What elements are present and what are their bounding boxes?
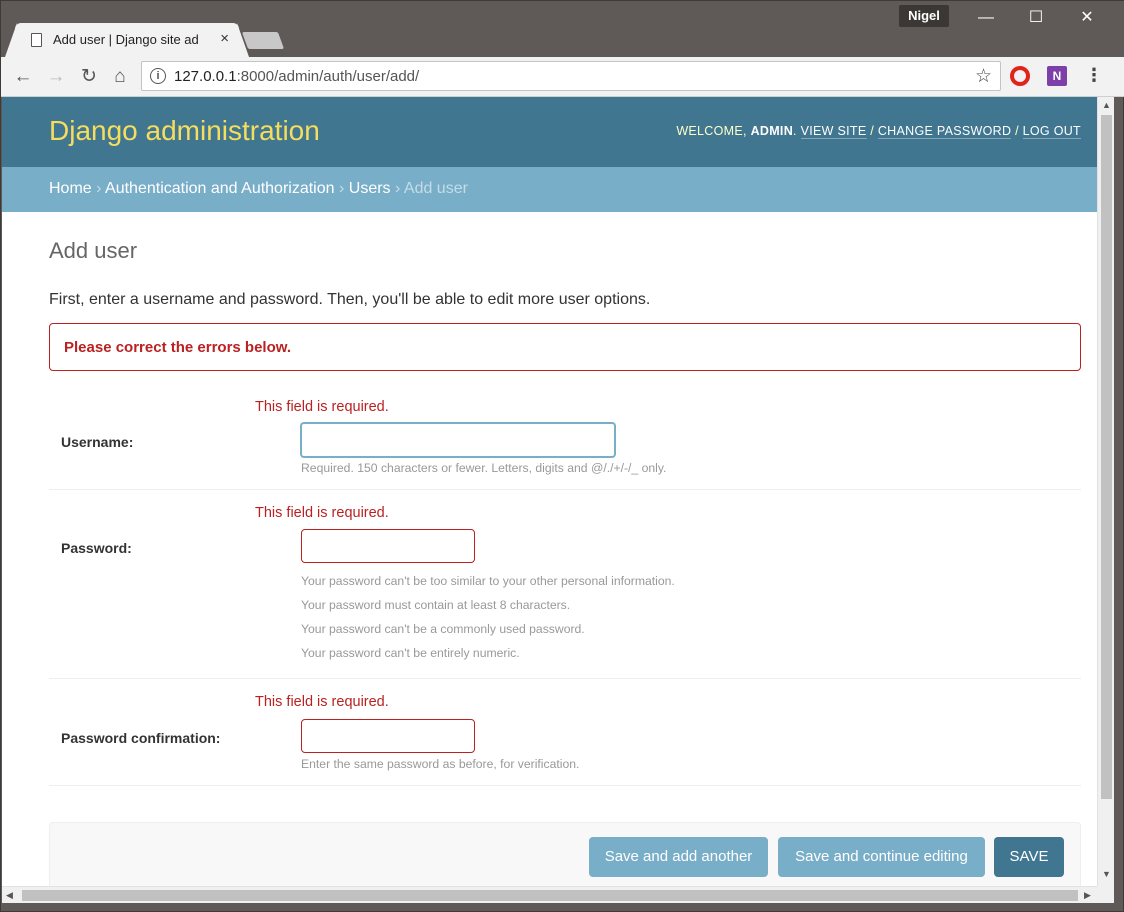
scroll-up-icon[interactable]: ▲ <box>1102 100 1111 110</box>
scroll-right-icon[interactable]: ▶ <box>1084 890 1091 901</box>
breadcrumb: Home › Authentication and Authorization … <box>2 167 1097 212</box>
site-info-icon[interactable]: i <box>150 68 166 84</box>
browser-window: Add user | Django site ad × Nigel — ☐ ✕ … <box>0 0 1124 912</box>
username-help: Required. 150 characters or fewer. Lette… <box>301 461 667 475</box>
password-confirmation-error: This field is required. <box>255 694 389 710</box>
breadcrumb-app[interactable]: Authentication and Authorization <box>105 180 335 197</box>
username-text: ADMIN <box>750 124 794 138</box>
breadcrumb-home[interactable]: Home <box>49 180 92 197</box>
password-confirmation-help: Enter the same password as before, for v… <box>301 757 580 771</box>
address-bar[interactable]: i 127.0.0.1:8000/admin/auth/user/add/ ☆ <box>141 61 1001 91</box>
username-label: Username: <box>61 434 134 450</box>
tab-close-icon[interactable]: × <box>220 30 229 47</box>
opera-extension-icon[interactable] <box>1010 66 1030 86</box>
minimize-icon[interactable]: — <box>966 7 1006 29</box>
change-password-link[interactable]: CHANGE PASSWORD <box>877 124 1012 139</box>
user-tools-separator: / <box>870 124 875 138</box>
save-button[interactable]: SAVE <box>994 837 1064 877</box>
onenote-extension-icon[interactable]: N <box>1047 66 1067 86</box>
save-and-add-another-button[interactable]: Save and add another <box>589 837 768 877</box>
bookmark-star-icon[interactable]: ☆ <box>975 65 992 88</box>
password-help-item: Your password can't be entirely numeric. <box>301 646 520 660</box>
submit-row: Save and add another Save and continue e… <box>49 822 1081 886</box>
url-path: :8000/admin/auth/user/add/ <box>236 68 420 85</box>
scroll-down-icon[interactable]: ▼ <box>1102 869 1111 879</box>
password-error: This field is required. <box>255 505 389 521</box>
scroll-left-icon[interactable]: ◀ <box>6 890 13 901</box>
password-confirmation-input[interactable] <box>301 719 475 753</box>
breadcrumb-separator: › <box>96 180 102 197</box>
breadcrumb-model[interactable]: Users <box>349 180 391 197</box>
vertical-scrollbar[interactable]: ▲ ▼ <box>1097 97 1114 886</box>
page-icon <box>31 33 42 47</box>
profile-button[interactable]: Nigel <box>899 5 949 27</box>
title-bar: Add user | Django site ad × Nigel — ☐ ✕ <box>1 1 1124 57</box>
forward-icon[interactable]: → <box>44 65 68 89</box>
admin-header: Django administration WELCOME, ADMIN. VI… <box>2 97 1097 167</box>
page-viewport: Django administration WELCOME, ADMIN. VI… <box>2 97 1097 886</box>
site-name[interactable]: Django administration <box>49 115 320 147</box>
password-confirmation-row: This field is required. Password confirm… <box>49 679 1081 786</box>
breadcrumb-separator: › <box>338 180 345 197</box>
username-input[interactable] <box>301 423 615 457</box>
save-and-continue-button[interactable]: Save and continue editing <box>778 837 985 877</box>
password-label: Password: <box>61 540 132 556</box>
vertical-scroll-thumb[interactable] <box>1101 115 1112 799</box>
password-confirmation-label: Password confirmation: <box>61 730 221 746</box>
page-title: Add user <box>49 238 138 263</box>
username-error: This field is required. <box>255 399 389 415</box>
content-area: Add user First, enter a username and pas… <box>49 212 1081 786</box>
password-help-item: Your password can't be too similar to yo… <box>301 574 675 588</box>
error-note: Please correct the errors below. <box>49 323 1081 371</box>
close-window-icon[interactable]: ✕ <box>1067 7 1107 29</box>
user-tools-separator: / <box>1015 124 1019 138</box>
url-host: 127.0.0.1 <box>174 68 237 85</box>
view-site-link[interactable]: VIEW SITE <box>800 124 867 139</box>
horizontal-scrollbar[interactable]: ◀ ▶ <box>2 886 1097 903</box>
browser-menu-icon[interactable]: ⋮ <box>1085 65 1103 86</box>
home-icon[interactable]: ⌂ <box>108 65 132 89</box>
breadcrumb-current: Add user <box>403 180 468 197</box>
browser-tab[interactable]: Add user | Django site ad × <box>5 23 249 57</box>
back-icon[interactable]: ← <box>11 65 35 89</box>
welcome-period: . <box>793 124 797 138</box>
reload-icon[interactable]: ↻ <box>77 65 101 89</box>
scrollbar-corner <box>1097 886 1114 903</box>
browser-toolbar: ← → ↻ ⌂ i 127.0.0.1:8000/admin/auth/user… <box>1 57 1124 97</box>
welcome-text: WELCOME, <box>676 124 747 138</box>
new-tab-button[interactable] <box>241 32 285 49</box>
user-tools: WELCOME, ADMIN. VIEW SITE / CHANGE PASSW… <box>676 124 1081 139</box>
maximize-icon[interactable]: ☐ <box>1016 7 1056 29</box>
password-help-item: Your password can't be a commonly used p… <box>301 622 585 636</box>
password-row: This field is required. Password: Your p… <box>49 490 1081 679</box>
password-help-item: Your password must contain at least 8 ch… <box>301 598 571 612</box>
intro-text: First, enter a username and password. Th… <box>49 291 651 308</box>
horizontal-scroll-thumb[interactable] <box>22 890 1078 901</box>
username-row: This field is required. Username: Requir… <box>49 371 1081 490</box>
tab-title: Add user | Django site ad <box>53 32 199 47</box>
log-out-link[interactable]: LOG OUT <box>1022 124 1081 139</box>
url-text[interactable]: 127.0.0.1:8000/admin/auth/user/add/ <box>174 68 419 85</box>
breadcrumb-separator: › <box>395 180 401 197</box>
password-input[interactable] <box>301 529 475 563</box>
